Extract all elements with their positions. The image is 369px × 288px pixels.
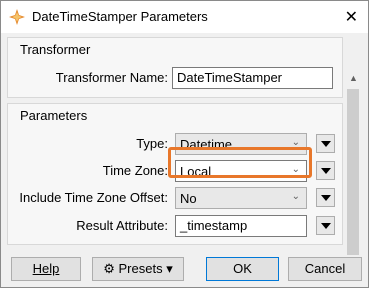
timezone-highlight [168, 147, 312, 178]
dialog-content: Transformer Transformer Name: DateTimeSt… [1, 33, 368, 275]
result-attr-field[interactable]: _timestamp [175, 215, 307, 237]
type-menu-button[interactable] [316, 134, 335, 153]
include-offset-value: No [180, 191, 197, 206]
include-offset-label: Include Time Zone Offset: [19, 190, 168, 205]
close-icon[interactable]: ✕ [345, 7, 358, 27]
result-attr-menu-button[interactable] [316, 216, 335, 235]
transformer-group: Transformer Transformer Name: DateTimeSt… [7, 37, 343, 98]
presets-button[interactable]: ⚙ Presets ▾ [92, 257, 184, 281]
scroll-up-icon[interactable]: ▲ [349, 74, 358, 83]
timezone-menu-button[interactable] [316, 161, 335, 180]
dialog-footer: Help ⚙ Presets ▾ OK Cancel [1, 251, 368, 287]
result-attr-label: Result Attribute: [76, 218, 168, 233]
transformer-group-title: Transformer [20, 42, 91, 57]
timezone-label: Time Zone: [102, 163, 168, 178]
window-title: DateTimeStamper Parameters [32, 9, 208, 24]
dropdown-arrow-icon: ▾ [166, 261, 173, 276]
gear-icon: ⚙ [103, 261, 115, 276]
vertical-scrollbar[interactable]: ▲ ▼ [345, 71, 361, 275]
help-button[interactable]: Help [11, 257, 81, 281]
parameters-group-title: Parameters [20, 108, 88, 123]
cancel-button[interactable]: Cancel [288, 257, 362, 281]
transformer-name-label: Transformer Name: [55, 70, 168, 85]
type-label: Type: [136, 136, 168, 151]
transformer-name-field[interactable]: DateTimeStamper [172, 67, 333, 89]
scroll-thumb[interactable] [347, 89, 359, 255]
include-offset-menu-button[interactable] [316, 188, 335, 207]
fme-app-icon [9, 9, 25, 25]
chevron-down-icon: ⌄ [291, 191, 300, 202]
ok-button[interactable]: OK [206, 257, 279, 281]
include-offset-select[interactable]: No ⌄ [175, 187, 307, 209]
parameters-dialog: DateTimeStamper Parameters ✕ Transformer… [0, 0, 369, 288]
title-bar: DateTimeStamper Parameters ✕ [1, 1, 368, 33]
